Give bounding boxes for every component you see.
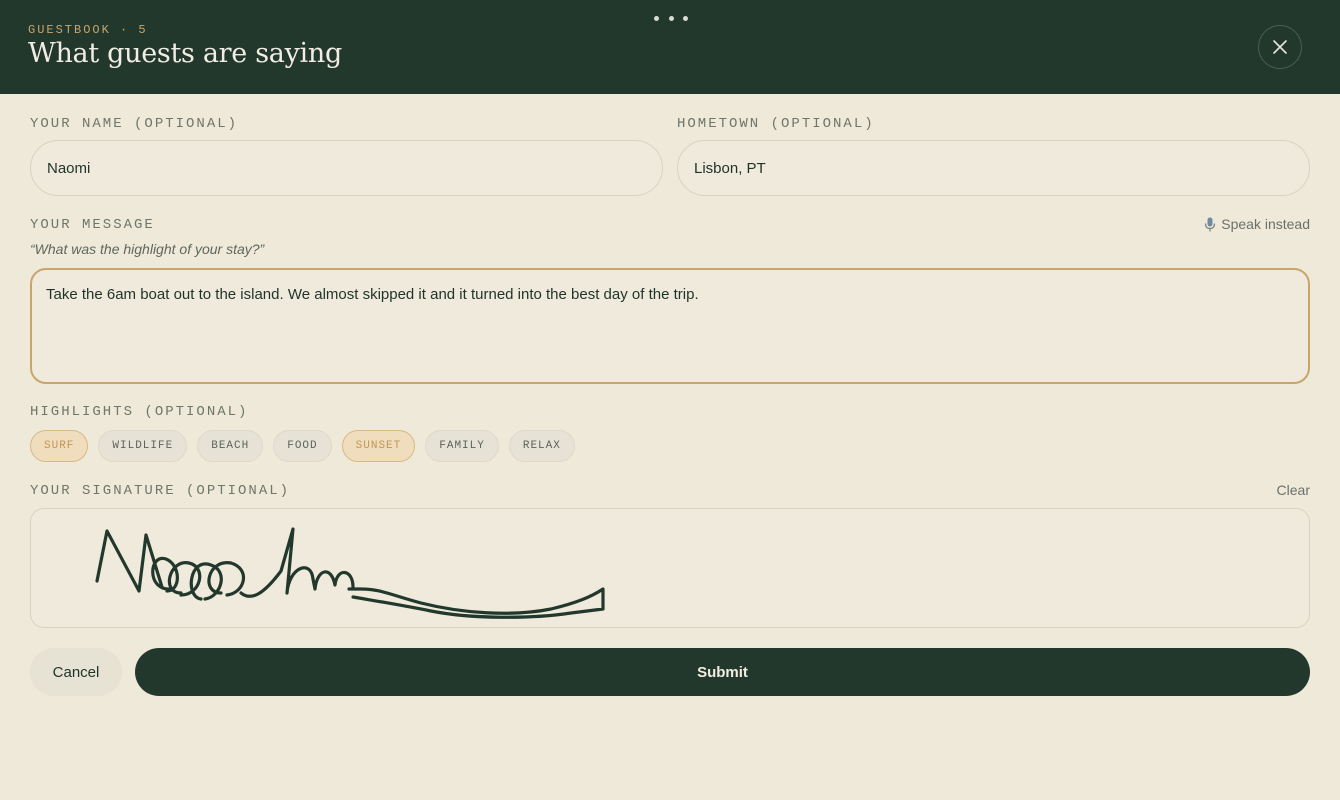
submit-button[interactable]: Submit [135, 648, 1310, 696]
chip-sunset[interactable]: SUNSET [341, 430, 416, 462]
chip-relax[interactable]: RELAX [508, 430, 575, 462]
guestbook-eyebrow: GUESTBOOK · 5 [28, 23, 148, 37]
close-icon [1273, 40, 1287, 54]
hometown-input[interactable]: Lisbon, PT [677, 140, 1310, 196]
close-button[interactable] [1258, 25, 1302, 69]
microphone-icon [1205, 217, 1216, 231]
message-label: YOUR MESSAGE [30, 217, 155, 233]
signature-label: YOUR SIGNATURE (OPTIONAL) [30, 483, 291, 499]
cancel-button[interactable]: Cancel [30, 648, 122, 696]
message-prompt: “What was the highlight of your stay?” [30, 241, 265, 257]
hometown-label: HOMETOWN (OPTIONAL) [677, 116, 875, 132]
chip-food[interactable]: FOOD [273, 430, 332, 462]
drag-handle-icon[interactable] [654, 14, 688, 22]
chip-surf[interactable]: SURF [30, 430, 89, 462]
chip-beach[interactable]: BEACH [197, 430, 264, 462]
highlights-label: HIGHLIGHTS (OPTIONAL) [30, 404, 249, 420]
speak-instead-button[interactable]: Speak instead [1204, 216, 1310, 232]
page-title: What guests are saying [28, 38, 342, 69]
highlight-chips: SURF WILDLIFE BEACH FOOD SUNSET FAMILY R… [30, 430, 575, 462]
name-label: YOUR NAME (OPTIONAL) [30, 116, 239, 132]
name-input[interactable]: Naomi [30, 140, 663, 196]
signature-pad[interactable] [30, 508, 1310, 628]
signature-drawing [95, 527, 605, 619]
clear-signature-button[interactable]: Clear [1277, 482, 1310, 498]
message-textarea[interactable]: Take the 6am boat out to the island. We … [30, 268, 1310, 384]
chip-wildlife[interactable]: WILDLIFE [98, 430, 188, 462]
modal-header: GUESTBOOK · 5 What guests are saying [0, 0, 1340, 94]
chip-family[interactable]: FAMILY [425, 430, 499, 462]
speak-instead-label: Speak instead [1221, 216, 1310, 232]
